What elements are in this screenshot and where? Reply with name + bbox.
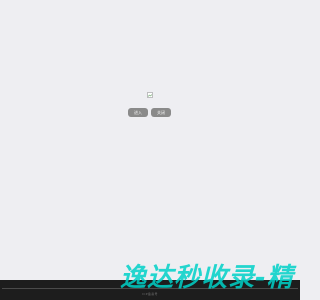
broken-image-icon — [147, 92, 153, 98]
image-placeholder-icon — [147, 92, 153, 98]
close-button[interactable]: 关闭 — [151, 108, 171, 117]
page-root: 进入 关闭 ICP备案号 逸达秒收录-精 — [0, 0, 300, 300]
enter-button[interactable]: 进入 — [128, 108, 148, 117]
watermark-text: 逸达秒收录-精 — [120, 263, 294, 293]
action-buttons: 进入 关闭 — [128, 108, 171, 117]
